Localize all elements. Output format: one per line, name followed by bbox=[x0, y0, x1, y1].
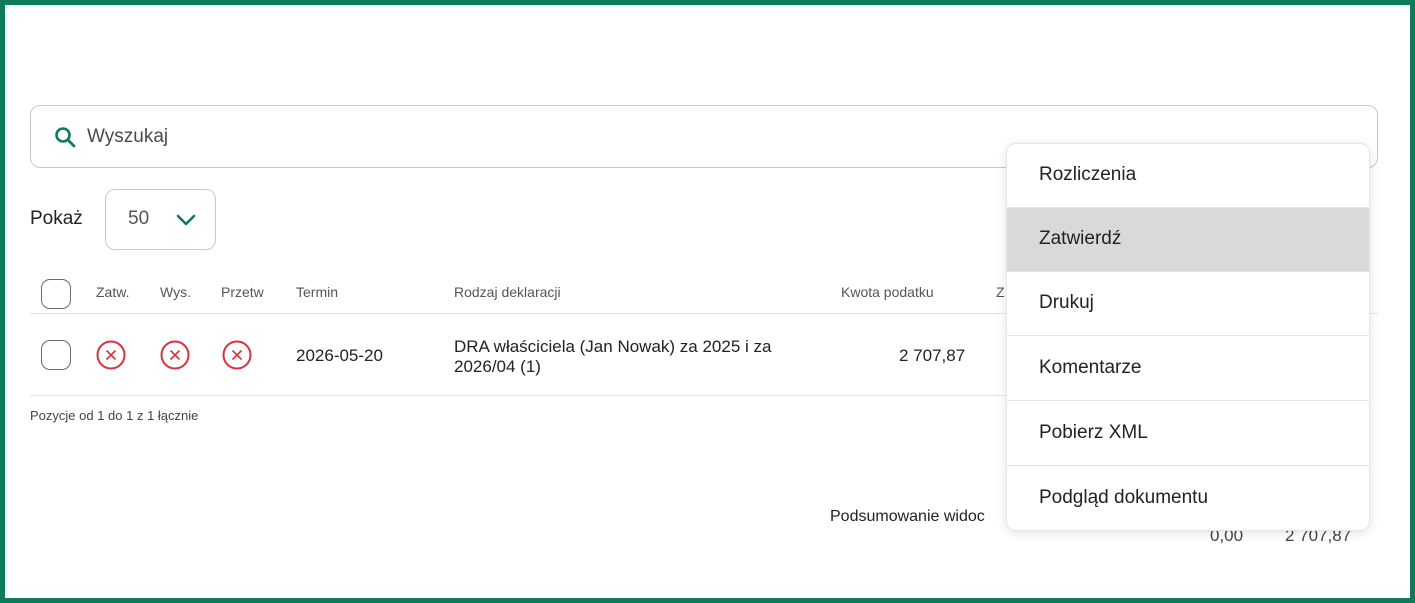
menu-item-document-preview[interactable]: Podgląd dokumentu bbox=[1007, 467, 1369, 530]
menu-item-comments[interactable]: Komentarze bbox=[1007, 337, 1369, 401]
menu-item-settlements[interactable]: Rozliczenia bbox=[1007, 144, 1369, 208]
header-deadline[interactable]: Termin bbox=[296, 284, 338, 300]
menu-item-label: Drukuj bbox=[1039, 292, 1094, 313]
menu-item-label: Zatwierdź bbox=[1039, 228, 1122, 249]
row-divider bbox=[30, 395, 1010, 396]
header-declaration-type[interactable]: Rodzaj deklaracji bbox=[454, 284, 561, 300]
header-sent[interactable]: Wys. bbox=[160, 284, 191, 300]
menu-item-approve[interactable]: Zatwierdź bbox=[1007, 208, 1369, 272]
row-declaration-type[interactable]: DRA właściciela (Jan Nowak) za 2025 i za… bbox=[454, 337, 814, 377]
x-circle-icon bbox=[222, 340, 252, 370]
page-size-label: Pokaż bbox=[30, 208, 83, 229]
header-processed[interactable]: Przetw bbox=[221, 284, 264, 300]
x-circle-icon bbox=[160, 340, 190, 370]
search-input[interactable] bbox=[87, 120, 987, 154]
search-icon bbox=[55, 127, 76, 148]
x-circle-icon bbox=[96, 340, 126, 370]
chevron-down-icon bbox=[176, 214, 196, 226]
menu-item-print[interactable]: Drukuj bbox=[1007, 272, 1369, 336]
menu-item-label: Podgląd dokumentu bbox=[1039, 487, 1209, 508]
summary-label: Podsumowanie widoc bbox=[830, 508, 985, 525]
row-tax-amount: 2 707,87 bbox=[899, 346, 966, 365]
menu-item-download-xml[interactable]: Pobierz XML bbox=[1007, 402, 1369, 466]
row-checkbox[interactable] bbox=[41, 340, 71, 370]
header-approved[interactable]: Zatw. bbox=[96, 284, 129, 300]
menu-item-label: Komentarze bbox=[1039, 357, 1142, 378]
header-tax-amount[interactable]: Kwota podatku bbox=[841, 284, 934, 300]
pagination-info: Pozycje od 1 do 1 z 1 łącznie bbox=[30, 408, 199, 423]
row-deadline: 2026-05-20 bbox=[296, 346, 383, 365]
page-size-select[interactable]: 50 bbox=[105, 189, 216, 250]
menu-item-label: Pobierz XML bbox=[1039, 422, 1148, 443]
context-menu: Rozliczenia Zatwierdź Drukuj Komentarze … bbox=[1006, 143, 1370, 531]
menu-item-label: Rozliczenia bbox=[1039, 164, 1137, 185]
page-size-value: 50 bbox=[128, 208, 150, 229]
select-all-checkbox[interactable] bbox=[41, 279, 71, 309]
header-partial[interactable]: Z bbox=[996, 284, 1005, 300]
